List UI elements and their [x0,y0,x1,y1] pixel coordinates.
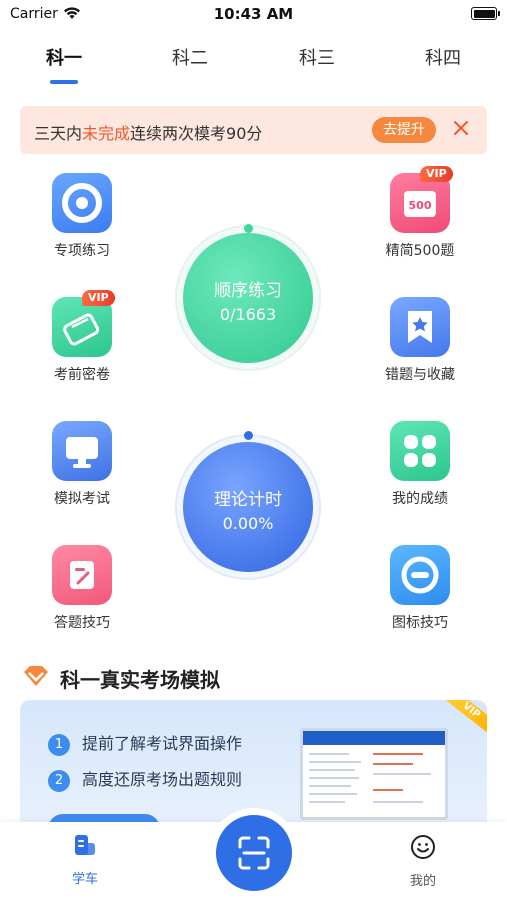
my-scores-button[interactable]: 我的成绩 [370,421,470,508]
promo-banner[interactable]: 三天内未完成连续两次模考90分 去提升 [20,106,487,154]
vip-corner-badge: VIP [443,700,487,735]
feature-text: 提前了解考试界面操作 [82,734,243,753]
selected-500-button[interactable]: 500 VIP 精简500题 [370,166,470,260]
theory-timer-value: 0.00% [222,514,274,533]
section-title: 科一真实考场模拟 [60,668,220,692]
bookmark-star-icon [390,297,450,357]
vip-badge: VIP [420,166,453,182]
active-tab-indicator [50,80,78,84]
vip-badge: VIP [82,290,115,306]
special-practice-label: 专项练习 [54,243,110,259]
answer-tips-button[interactable]: 答题技巧 [32,545,132,632]
banner-text: 三天内未完成连续两次模考90分 [34,124,263,143]
monitor-icon [52,421,112,481]
tab-mine[interactable]: 我的 [393,834,453,889]
step-number: 1 [48,733,70,756]
answer-tips-label: 答题技巧 [54,615,110,631]
book-500-icon: 500 VIP [390,166,453,233]
step-number: 2 [48,769,70,792]
progress-dot [244,224,253,233]
banner-highlight: 未完成 [82,124,131,143]
progress-dot [244,431,253,440]
learn-icon [75,835,95,855]
exam-secret-button[interactable]: VIP 考前密卷 [32,290,132,384]
wrong-favorites-button[interactable]: 错题与收藏 [370,297,470,384]
wrong-favorites-label: 错题与收藏 [385,367,455,383]
scroll-icon: VIP [52,290,115,357]
tab-subject-3[interactable]: 科三 [277,44,357,70]
smiley-icon [411,835,435,859]
close-icon[interactable] [451,118,471,138]
exam-screen-preview [300,728,448,820]
scan-button[interactable] [216,815,292,891]
theory-timer-title: 理论计时 [214,490,282,510]
tab-mine-label: 我的 [409,874,436,889]
preview-header [303,731,445,745]
battery-icon [471,7,500,20]
sign-tips-label: 图标技巧 [392,615,448,631]
tab-subject-1[interactable]: 科一 [24,44,104,70]
diamond-icon [24,666,48,686]
sequential-practice-button[interactable]: 顺序练习 0/1663 [183,233,313,363]
theory-timer-button[interactable]: 理论计时 0.00% [183,442,313,572]
feature-row: 2 高度还原考场出题规则 [48,766,242,792]
target-icon [52,173,112,233]
improve-button[interactable]: 去提升 [372,117,436,143]
sign-tips-button[interactable]: 图标技巧 [370,545,470,632]
feature-text: 高度还原考场出题规则 [82,770,243,789]
book-500-text: 500 [409,199,432,212]
clock: 10:43 AM [213,5,294,23]
grid-icon [390,421,450,481]
exam-secret-label: 考前密卷 [54,367,110,383]
selected-500-label: 精简500题 [385,243,455,259]
special-practice-button[interactable]: 专项练习 [32,173,132,260]
edit-note-icon [52,545,112,605]
tab-subject-2[interactable]: 科二 [150,44,230,70]
subject-tabs: 科一 科二 科三 科四 [0,44,507,88]
sequential-practice-title: 顺序练习 [214,281,282,301]
tab-subject-4[interactable]: 科四 [403,44,483,70]
feature-row: 1 提前了解考试界面操作 [48,730,242,756]
my-scores-label: 我的成绩 [392,491,448,507]
sign-icon [390,545,450,605]
status-bar: Carrier 10:43 AM [0,0,507,28]
mock-exam-button[interactable]: 模拟考试 [32,421,132,508]
tab-learn-driving[interactable]: 学车 [55,834,115,887]
scan-icon [238,836,270,870]
sequential-practice-progress: 0/1663 [219,305,277,324]
mock-exam-label: 模拟考试 [54,491,110,507]
tab-learn-label: 学车 [71,872,98,887]
